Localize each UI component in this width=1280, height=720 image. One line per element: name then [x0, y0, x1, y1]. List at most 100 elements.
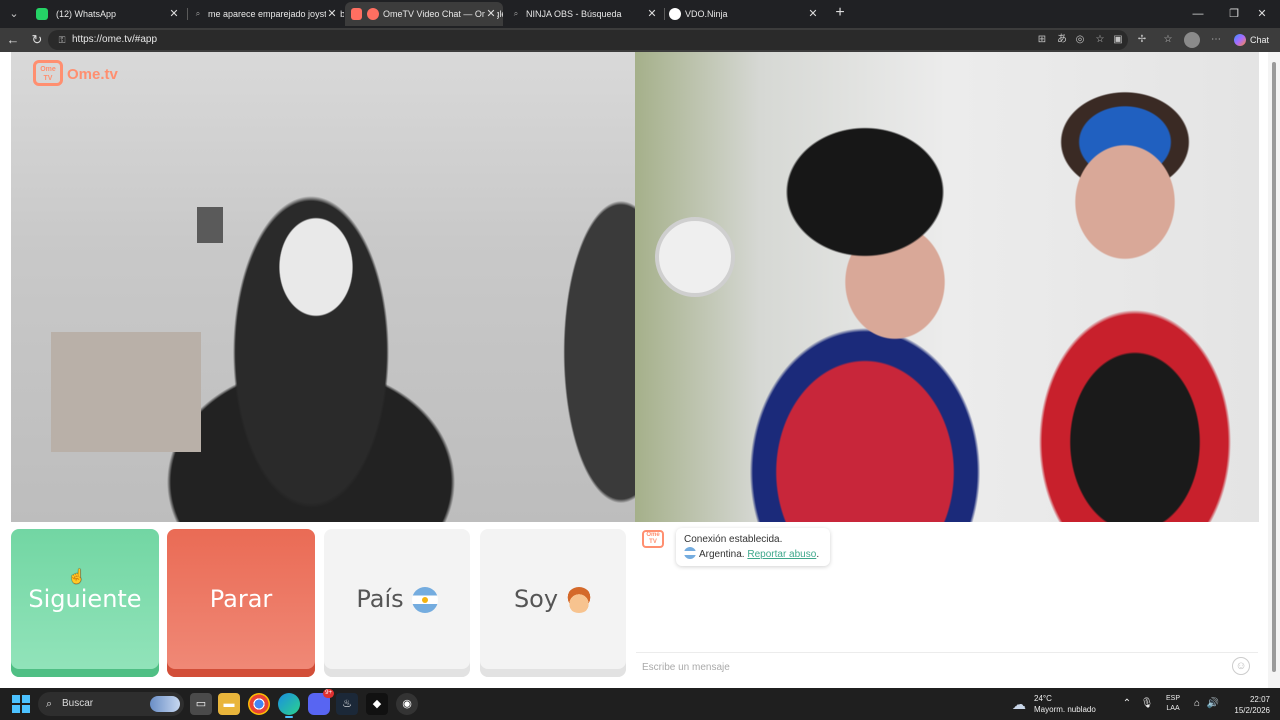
favorites-icon[interactable]: ☆	[1160, 32, 1176, 48]
search-icon: ⌕	[513, 9, 519, 18]
site-info-icon[interactable]: ⚿	[56, 34, 68, 46]
next-button[interactable]: Siguiente	[11, 529, 159, 677]
translate-icon[interactable]: あ	[1054, 32, 1070, 48]
tab-search-joystick[interactable]: ⌕ me aparece emparejado joystick b ✕	[188, 2, 344, 26]
report-abuse-link[interactable]: Reportar abuso	[747, 549, 816, 560]
close-tab-icon[interactable]: ✕	[326, 2, 338, 26]
emoji-smiley-icon[interactable]: ☺	[1232, 657, 1250, 675]
argentina-flag-icon	[684, 547, 696, 559]
message-input-bar: ☺	[636, 652, 1258, 680]
tracking-prevention-icon[interactable]: ◎	[1072, 32, 1088, 48]
discord-icon[interactable]: 9+	[308, 689, 334, 715]
steam-icon[interactable]: ♨	[336, 693, 358, 715]
video-background-furniture	[51, 332, 201, 452]
tab-whatsapp[interactable]: (12) WhatsApp ✕	[26, 2, 186, 26]
search-icon: ⌕	[195, 9, 201, 18]
url-text: https://ome.tv/#app	[72, 34, 158, 45]
tab-ometv[interactable]: OmeTV Video Chat — Omegle ✕	[345, 2, 503, 26]
weather-widget[interactable]: 24°C Mayorm. nublado	[1034, 693, 1096, 715]
taskbar-clock[interactable]: 22:07 15/2/2026	[1226, 694, 1270, 716]
microphone-icon[interactable]: 🎙	[1140, 697, 1154, 711]
file-explorer-icon[interactable]: ▬	[218, 693, 240, 715]
search-icon: ⌕	[46, 698, 53, 710]
ometv-page: Ome TV Ome.tv Siguiente ☝ Parar País Soy…	[0, 52, 1280, 688]
ometv-logo-icon: Ome TV	[33, 60, 63, 86]
argentina-flag-icon	[411, 587, 438, 613]
chat-panel: Ome TV Conexión establecida. Argentina. …	[636, 522, 1258, 688]
tab-ninja-obs[interactable]: ⌕ NINJA OBS - Búsqueda ✕	[504, 2, 664, 26]
gender-button-label: Soy	[513, 585, 559, 613]
hand-cursor-icon: ☝	[68, 568, 86, 584]
close-tab-icon[interactable]: ✕	[485, 2, 497, 26]
gender-button[interactable]: Soy	[480, 529, 626, 677]
message-connection-established: Conexión establecida.	[684, 534, 783, 545]
video-background-poster	[197, 207, 223, 243]
windows-taskbar: ⌕ Buscar ▭ ▬ 9+ ♨ ◆ ◉ ☁ 24°C Mayorm. nub…	[0, 688, 1280, 720]
copilot-icon	[1234, 34, 1246, 46]
extensions-icon[interactable]: ✢	[1134, 32, 1150, 48]
stop-button-label: Parar	[209, 585, 273, 613]
reload-button[interactable]: ↻	[27, 30, 47, 50]
message-input[interactable]	[642, 659, 1222, 675]
obs-ninja-app-icon[interactable]: ◆	[366, 693, 388, 715]
browser-toolbar: ← ↻ ⚿ https://ome.tv/#app ⊞ あ ◎ ☆ ▣ ✢ ☆ …	[0, 28, 1280, 52]
country-button[interactable]: País	[324, 529, 470, 677]
clock-time: 22:07	[1249, 695, 1270, 704]
more-menu-icon[interactable]: ⋯	[1208, 32, 1224, 48]
camera-in-use-icon[interactable]: ▣	[1110, 32, 1126, 48]
record-icon	[351, 8, 362, 20]
task-view-icon[interactable]: ▭	[190, 693, 212, 715]
ometv-message-avatar: Ome TV	[642, 530, 664, 548]
chat-button-label: Chat	[1250, 35, 1270, 45]
message-country-line: Argentina. Reportar abuso.	[684, 547, 822, 562]
taskbar-search-box[interactable]: ⌕ Buscar	[38, 692, 184, 716]
browser-tab-strip: ⌄ (12) WhatsApp ✕ ⌕ me aparece emparejad…	[0, 0, 1280, 28]
minimize-button[interactable]: —	[1180, 0, 1216, 28]
input-language-indicator[interactable]: ESP LAA	[1166, 694, 1180, 714]
discord-notification-badge: 9+	[323, 689, 334, 698]
message-country: Argentina.	[699, 549, 745, 560]
tab-title: (12) WhatsApp	[56, 9, 117, 19]
windows-start-icon[interactable]	[12, 695, 30, 713]
cloudy-weather-icon[interactable]: ☁	[1012, 695, 1030, 713]
search-highlight-image	[150, 696, 180, 712]
address-bar[interactable]: ⚿ https://ome.tv/#app	[48, 30, 1128, 50]
video-background-fan	[655, 217, 735, 297]
close-tab-icon[interactable]: ✕	[168, 2, 180, 26]
taskbar-search-label: Buscar	[62, 698, 94, 709]
local-video-stream	[635, 52, 1259, 522]
profile-avatar[interactable]	[1184, 32, 1200, 48]
report-suffix: .	[816, 549, 820, 560]
tab-title: me aparece emparejado joystick b	[208, 9, 344, 19]
boy-emoji-icon	[566, 587, 593, 613]
close-window-button[interactable]: ✕	[1244, 0, 1280, 28]
remote-video-stream: Ome TV Ome.tv	[11, 52, 635, 522]
app-install-icon[interactable]: ⊞	[1034, 32, 1050, 48]
language-code: ESP	[1166, 695, 1181, 702]
copilot-chat-button[interactable]: Chat	[1230, 31, 1275, 49]
next-button-label: Siguiente	[28, 585, 142, 613]
tab-actions-menu[interactable]: ⌄	[4, 4, 24, 24]
favorite-star-icon[interactable]: ☆	[1092, 32, 1108, 48]
scrollbar-thumb[interactable]	[1272, 62, 1276, 672]
volume-icon[interactable]: 🔊	[1206, 697, 1220, 711]
ometv-logo-text: Ome.tv	[67, 66, 118, 83]
show-hidden-icons-chevron-icon[interactable]: ⌃	[1120, 697, 1134, 711]
page-scrollbar[interactable]	[1268, 52, 1280, 688]
chrome-icon[interactable]	[248, 693, 270, 715]
edge-icon[interactable]	[278, 693, 300, 718]
tab-vdo-ninja[interactable]: VDO.Ninja ✕	[665, 2, 825, 26]
stop-button[interactable]: Parar	[167, 529, 315, 677]
weather-temperature: 24°C	[1034, 694, 1052, 703]
close-tab-icon[interactable]: ✕	[807, 2, 819, 26]
back-button[interactable]: ←	[3, 30, 23, 50]
country-button-label: País	[356, 585, 404, 613]
network-icon[interactable]: ⌂	[1190, 697, 1204, 711]
system-message: Conexión establecida. Argentina. Reporta…	[676, 528, 830, 566]
ometv-icon	[367, 8, 379, 20]
tab-title: NINJA OBS - Búsqueda	[526, 9, 622, 19]
obs-studio-icon[interactable]: ◉	[396, 693, 418, 715]
whatsapp-icon	[36, 8, 48, 20]
close-tab-icon[interactable]: ✕	[646, 2, 658, 26]
new-tab-button[interactable]: +	[830, 4, 850, 24]
